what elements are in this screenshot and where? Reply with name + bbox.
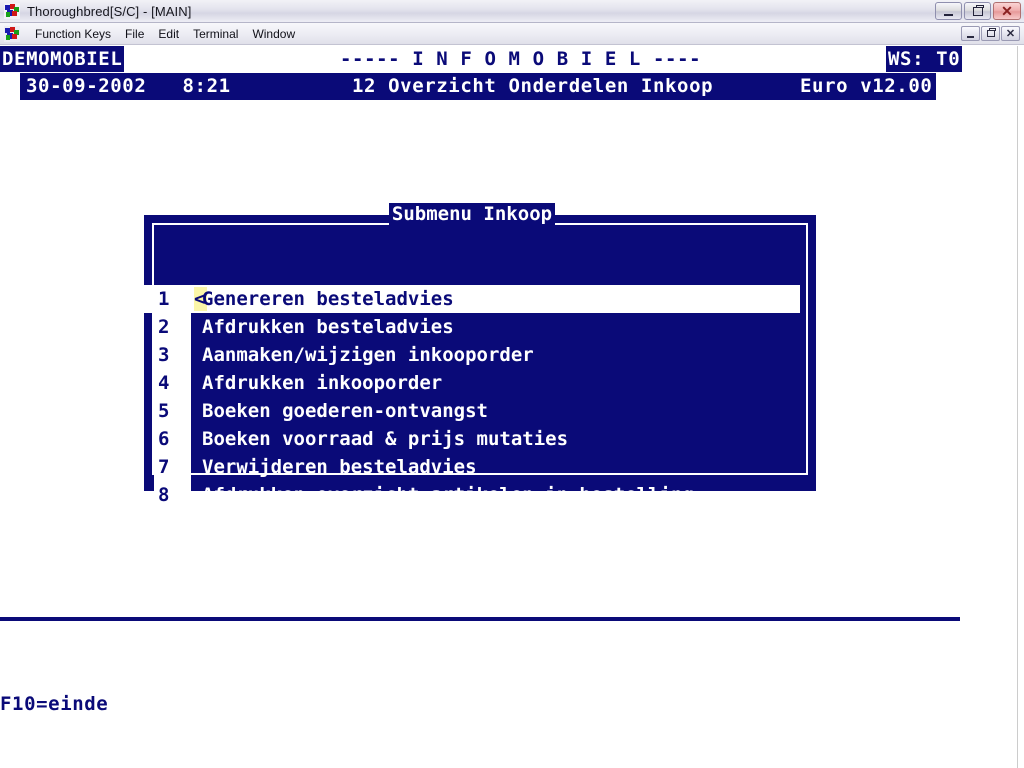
mdi-minimize-button[interactable]: [961, 26, 980, 41]
submenu-item-label: Boeken goederen-ontvangst: [202, 400, 488, 422]
close-button[interactable]: ✕: [993, 2, 1021, 20]
function-key-hint: F10=einde: [0, 693, 109, 715]
restore-icon: [972, 4, 984, 16]
close-icon: ✕: [1005, 27, 1016, 40]
mdi-document-icon[interactable]: [4, 25, 20, 42]
mdi-window-controls: ✕: [961, 26, 1024, 41]
restore-icon: [986, 28, 996, 37]
company-name-field: DEMOMOBIEL: [0, 46, 125, 72]
submenu-item-label: Verwijderen besteladvies: [202, 456, 477, 478]
mdi-close-button[interactable]: ✕: [1001, 26, 1020, 41]
submenu-item[interactable]: 7 Verwijderen besteladvies: [144, 453, 800, 481]
close-icon: ✕: [1001, 3, 1013, 19]
submenu-panel: Submenu Inkoop 1 < Genereren besteladvies 2…: [144, 203, 816, 510]
submenu-item[interactable]: 2 Afdrukken besteladvies: [144, 313, 800, 341]
window-title-bar: Thoroughbred[S/C] - [MAIN] ✕: [0, 0, 1024, 23]
submenu-title-text: Submenu Inkoop: [388, 203, 556, 225]
menu-item-edit[interactable]: Edit: [151, 25, 186, 43]
submenu-item-number: 3: [158, 344, 170, 366]
submenu-item-list: 1 < Genereren besteladvies 2 Afdrukken beste…: [144, 285, 800, 509]
submenu-title: Submenu Inkoop: [144, 202, 800, 226]
window-title-text: Thoroughbred[S/C] - [MAIN]: [27, 3, 192, 19]
submenu-item-number: 6: [158, 428, 170, 450]
submenu-item-label: Aanmaken/wijzigen inkooporder: [202, 344, 534, 366]
menu-item-window[interactable]: Window: [245, 25, 302, 43]
submenu-item[interactable]: 5 Boeken goederen-ontvangst: [144, 397, 800, 425]
submenu-item-label: Boeken voorraad & prijs mutaties: [202, 428, 569, 450]
submenu-item-label: Afdrukken overzicht artikelen in bestell…: [202, 484, 694, 506]
screen-title: 12 Overzicht Onderdelen Inkoop: [352, 75, 714, 97]
date-time-field: 30-09-2002 8:21: [26, 75, 231, 97]
thoroughbred-logo-icon: [4, 3, 20, 19]
footer-divider: [0, 617, 960, 621]
submenu-item[interactable]: 3 Aanmaken/wijzigen inkooporder: [144, 341, 800, 369]
submenu-item-number: 4: [158, 372, 170, 394]
menu-item-file[interactable]: File: [118, 25, 151, 43]
application-banner: ----- I N F O M O B I E L ----: [340, 46, 702, 72]
minimize-icon: [944, 13, 953, 16]
window-controls: ✕: [935, 2, 1024, 20]
submenu-item-number: 7: [158, 456, 170, 478]
submenu-item[interactable]: 4 Afdrukken inkooporder: [144, 369, 800, 397]
menu-item-function-keys[interactable]: Function Keys: [28, 25, 118, 43]
minimize-icon: [967, 35, 974, 38]
restore-button[interactable]: [964, 2, 991, 20]
submenu-item-label: Genereren besteladvies: [202, 288, 454, 310]
submenu-item-label: Afdrukken besteladvies: [202, 316, 454, 338]
version-label: Euro v12.00: [800, 75, 933, 97]
submenu-item-label: Afdrukken inkooporder: [202, 372, 443, 394]
submenu-item[interactable]: 6 Boeken voorraad & prijs mutaties: [144, 425, 800, 453]
submenu-item[interactable]: 8 Afdrukken overzicht artikelen in bestel…: [144, 481, 800, 509]
application-window: Thoroughbred[S/C] - [MAIN] ✕ Function Ke…: [0, 0, 1024, 768]
workstation-id: WS: T0: [886, 46, 963, 72]
submenu-item[interactable]: 1 < Genereren besteladvies: [144, 285, 800, 313]
menu-bar: Function Keys File Edit Terminal Window …: [0, 23, 1024, 45]
minimize-button[interactable]: [935, 2, 962, 20]
menu-item-terminal[interactable]: Terminal: [186, 25, 245, 43]
submenu-item-number: 2: [158, 316, 170, 338]
submenu-item-number: 5: [158, 400, 170, 422]
mdi-restore-button[interactable]: [981, 26, 1000, 41]
submenu-item-number: 1: [158, 288, 170, 310]
status-header-row: 30-09-2002 8:21 12 Overzicht Onderdelen …: [20, 73, 936, 100]
terminal-screen: DEMOMOBIEL ----- I N F O M O B I E L ---…: [0, 46, 1018, 768]
submenu-item-number: 8: [158, 484, 170, 506]
